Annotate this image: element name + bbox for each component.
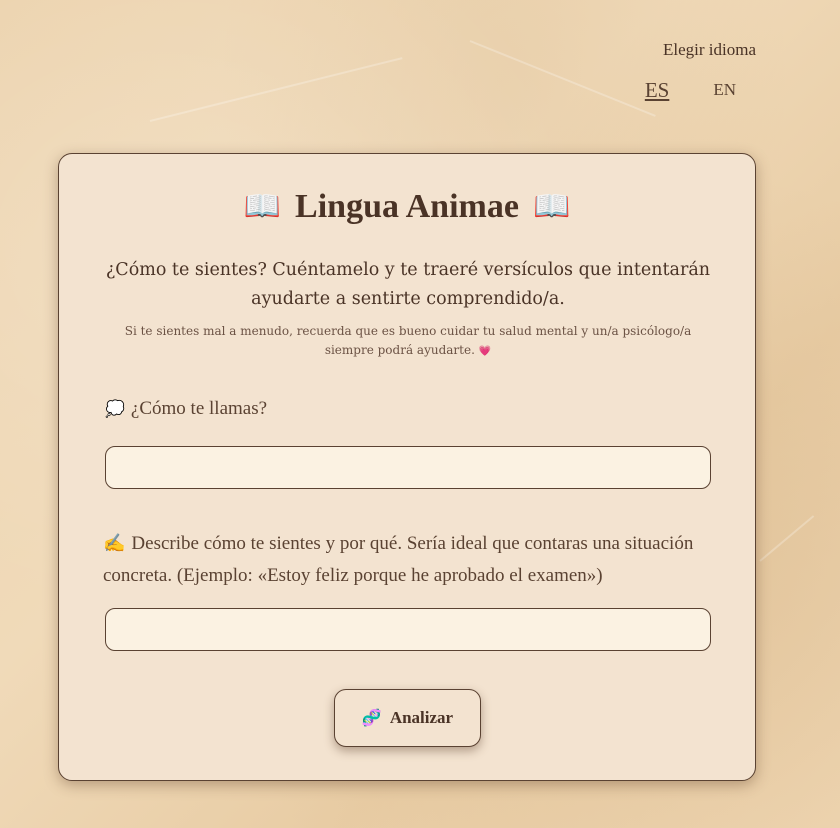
- open-book-icon: 📖: [243, 189, 282, 224]
- page-subtitle: ¿Cómo te sientes? Cuéntamelo y te traeré…: [105, 260, 711, 309]
- analyze-button-label: Analizar: [389, 708, 454, 727]
- mental-health-note: Si te sientes mal a menudo, recuerda que…: [99, 322, 717, 361]
- name-label-text: ¿Cómo te llamas?: [130, 398, 268, 419]
- language-option-es[interactable]: ES: [645, 78, 670, 103]
- feelings-label-text: Describe cómo te sientes y por qué. Serí…: [103, 533, 694, 586]
- language-title: Elegir idioma: [662, 40, 756, 59]
- dna-icon: 🧬: [361, 710, 382, 727]
- feelings-input[interactable]: [105, 608, 711, 651]
- paper-crease: [149, 57, 403, 122]
- language-option-en[interactable]: EN: [713, 80, 736, 103]
- paper-crease: [759, 515, 815, 562]
- name-label: 💭 ¿Cómo te llamas?: [105, 398, 715, 420]
- language-selector: Elegir idioma ES EN: [636, 40, 756, 103]
- title-row: 📖 Lingua Animae 📖: [59, 188, 755, 226]
- open-book-icon: 📖: [532, 189, 571, 224]
- paper-crease: [469, 40, 656, 117]
- analyze-button[interactable]: 🧬 Analizar: [334, 689, 481, 747]
- writing-hand-icon: ✍️: [103, 533, 126, 553]
- heart-icon: 💗: [478, 346, 492, 357]
- name-input[interactable]: [105, 446, 711, 489]
- main-card: 📖 Lingua Animae 📖 ¿Cómo te sientes? Cuén…: [58, 153, 756, 781]
- note-text: Si te sientes mal a menudo, recuerda que…: [124, 324, 692, 357]
- thought-bubble-icon: 💭: [105, 401, 125, 418]
- page-title: Lingua Animae: [295, 188, 519, 225]
- feelings-label: ✍️ Describe cómo te sientes y por qué. Se…: [103, 527, 713, 592]
- language-options: ES EN: [636, 78, 756, 103]
